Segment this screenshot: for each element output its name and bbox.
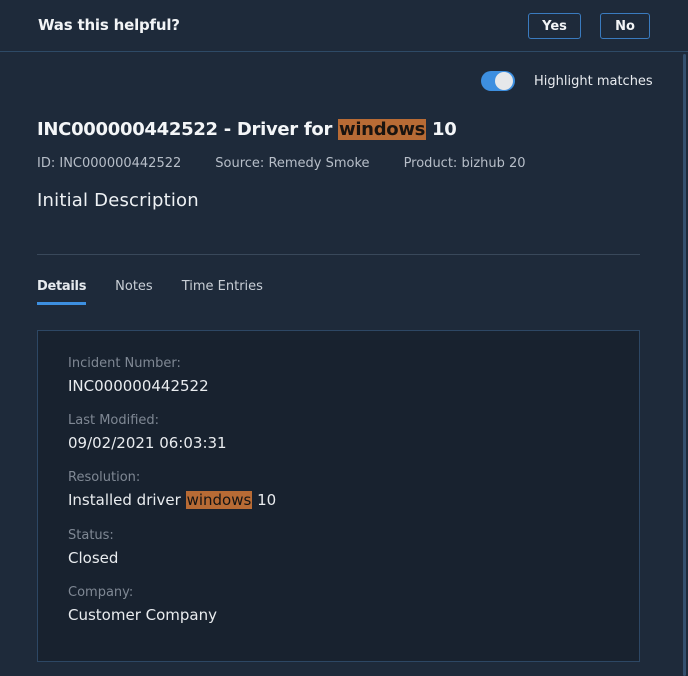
field-last-modified: Last Modified: 09/02/2021 06:03:31	[68, 413, 227, 452]
field-label: Last Modified:	[68, 413, 160, 428]
tab-time-entries[interactable]: Time Entries	[182, 279, 263, 305]
yes-button[interactable]: Yes	[528, 13, 581, 39]
field-value: INC000000442522	[68, 377, 209, 395]
field-label: Incident Number:	[68, 356, 181, 371]
field-incident-number: Incident Number: INC000000442522	[68, 356, 209, 395]
resolution-highlight-match: windows	[185, 491, 253, 509]
details-panel: Incident Number: INC000000442522 Last Mo…	[37, 330, 640, 662]
field-company: Company: Customer Company	[68, 585, 217, 624]
tab-details[interactable]: Details	[37, 279, 86, 305]
tab-notes[interactable]: Notes	[115, 279, 153, 305]
tab-bar: Details Notes Time Entries	[37, 279, 292, 305]
highlight-matches-label: Highlight matches	[534, 73, 653, 89]
meta-source-label: Source:	[215, 156, 265, 171]
field-status: Status: Closed	[68, 528, 118, 567]
meta-source-value: Remedy Smoke	[268, 156, 370, 171]
field-resolution: Resolution: Installed driver windows 10	[68, 470, 276, 509]
meta-product-value: bizhub 20	[461, 156, 526, 171]
meta-product-label: Product:	[403, 156, 458, 171]
field-value: Customer Company	[68, 606, 217, 624]
field-value: Installed driver windows 10	[68, 491, 276, 509]
incident-title: INC000000442522 - Driver for windows 10	[37, 119, 457, 140]
resolution-text: Installed driver	[68, 491, 186, 509]
meta-product: Product: bizhub 20	[404, 156, 526, 171]
title-suffix: 10	[426, 119, 457, 140]
feedback-question: Was this helpful?	[38, 16, 180, 34]
meta-id-label: ID:	[37, 156, 56, 171]
meta-id: ID: INC000000442522	[37, 156, 181, 171]
field-value: Closed	[68, 549, 119, 567]
title-highlight-match: windows	[337, 119, 427, 140]
highlight-matches-control: Highlight matches	[481, 70, 653, 92]
feedback-bar: Was this helpful? Yes No	[0, 0, 688, 52]
title-text: INC000000442522 - Driver for	[37, 119, 338, 140]
vertical-scrollbar[interactable]	[683, 54, 686, 676]
resolution-suffix: 10	[252, 491, 277, 509]
field-label: Status:	[68, 528, 114, 543]
toggle-knob	[495, 72, 513, 90]
meta-source: Source: Remedy Smoke	[215, 156, 369, 171]
incident-meta: ID: INC000000442522 Source: Remedy Smoke…	[37, 156, 560, 171]
field-label: Company:	[68, 585, 134, 600]
field-label: Resolution:	[68, 470, 141, 485]
no-button[interactable]: No	[600, 13, 650, 39]
section-title: Initial Description	[37, 190, 199, 211]
field-value: 09/02/2021 06:03:31	[68, 434, 227, 452]
divider	[37, 254, 640, 255]
meta-id-value: INC000000442522	[59, 156, 182, 171]
highlight-matches-toggle[interactable]	[481, 71, 515, 91]
